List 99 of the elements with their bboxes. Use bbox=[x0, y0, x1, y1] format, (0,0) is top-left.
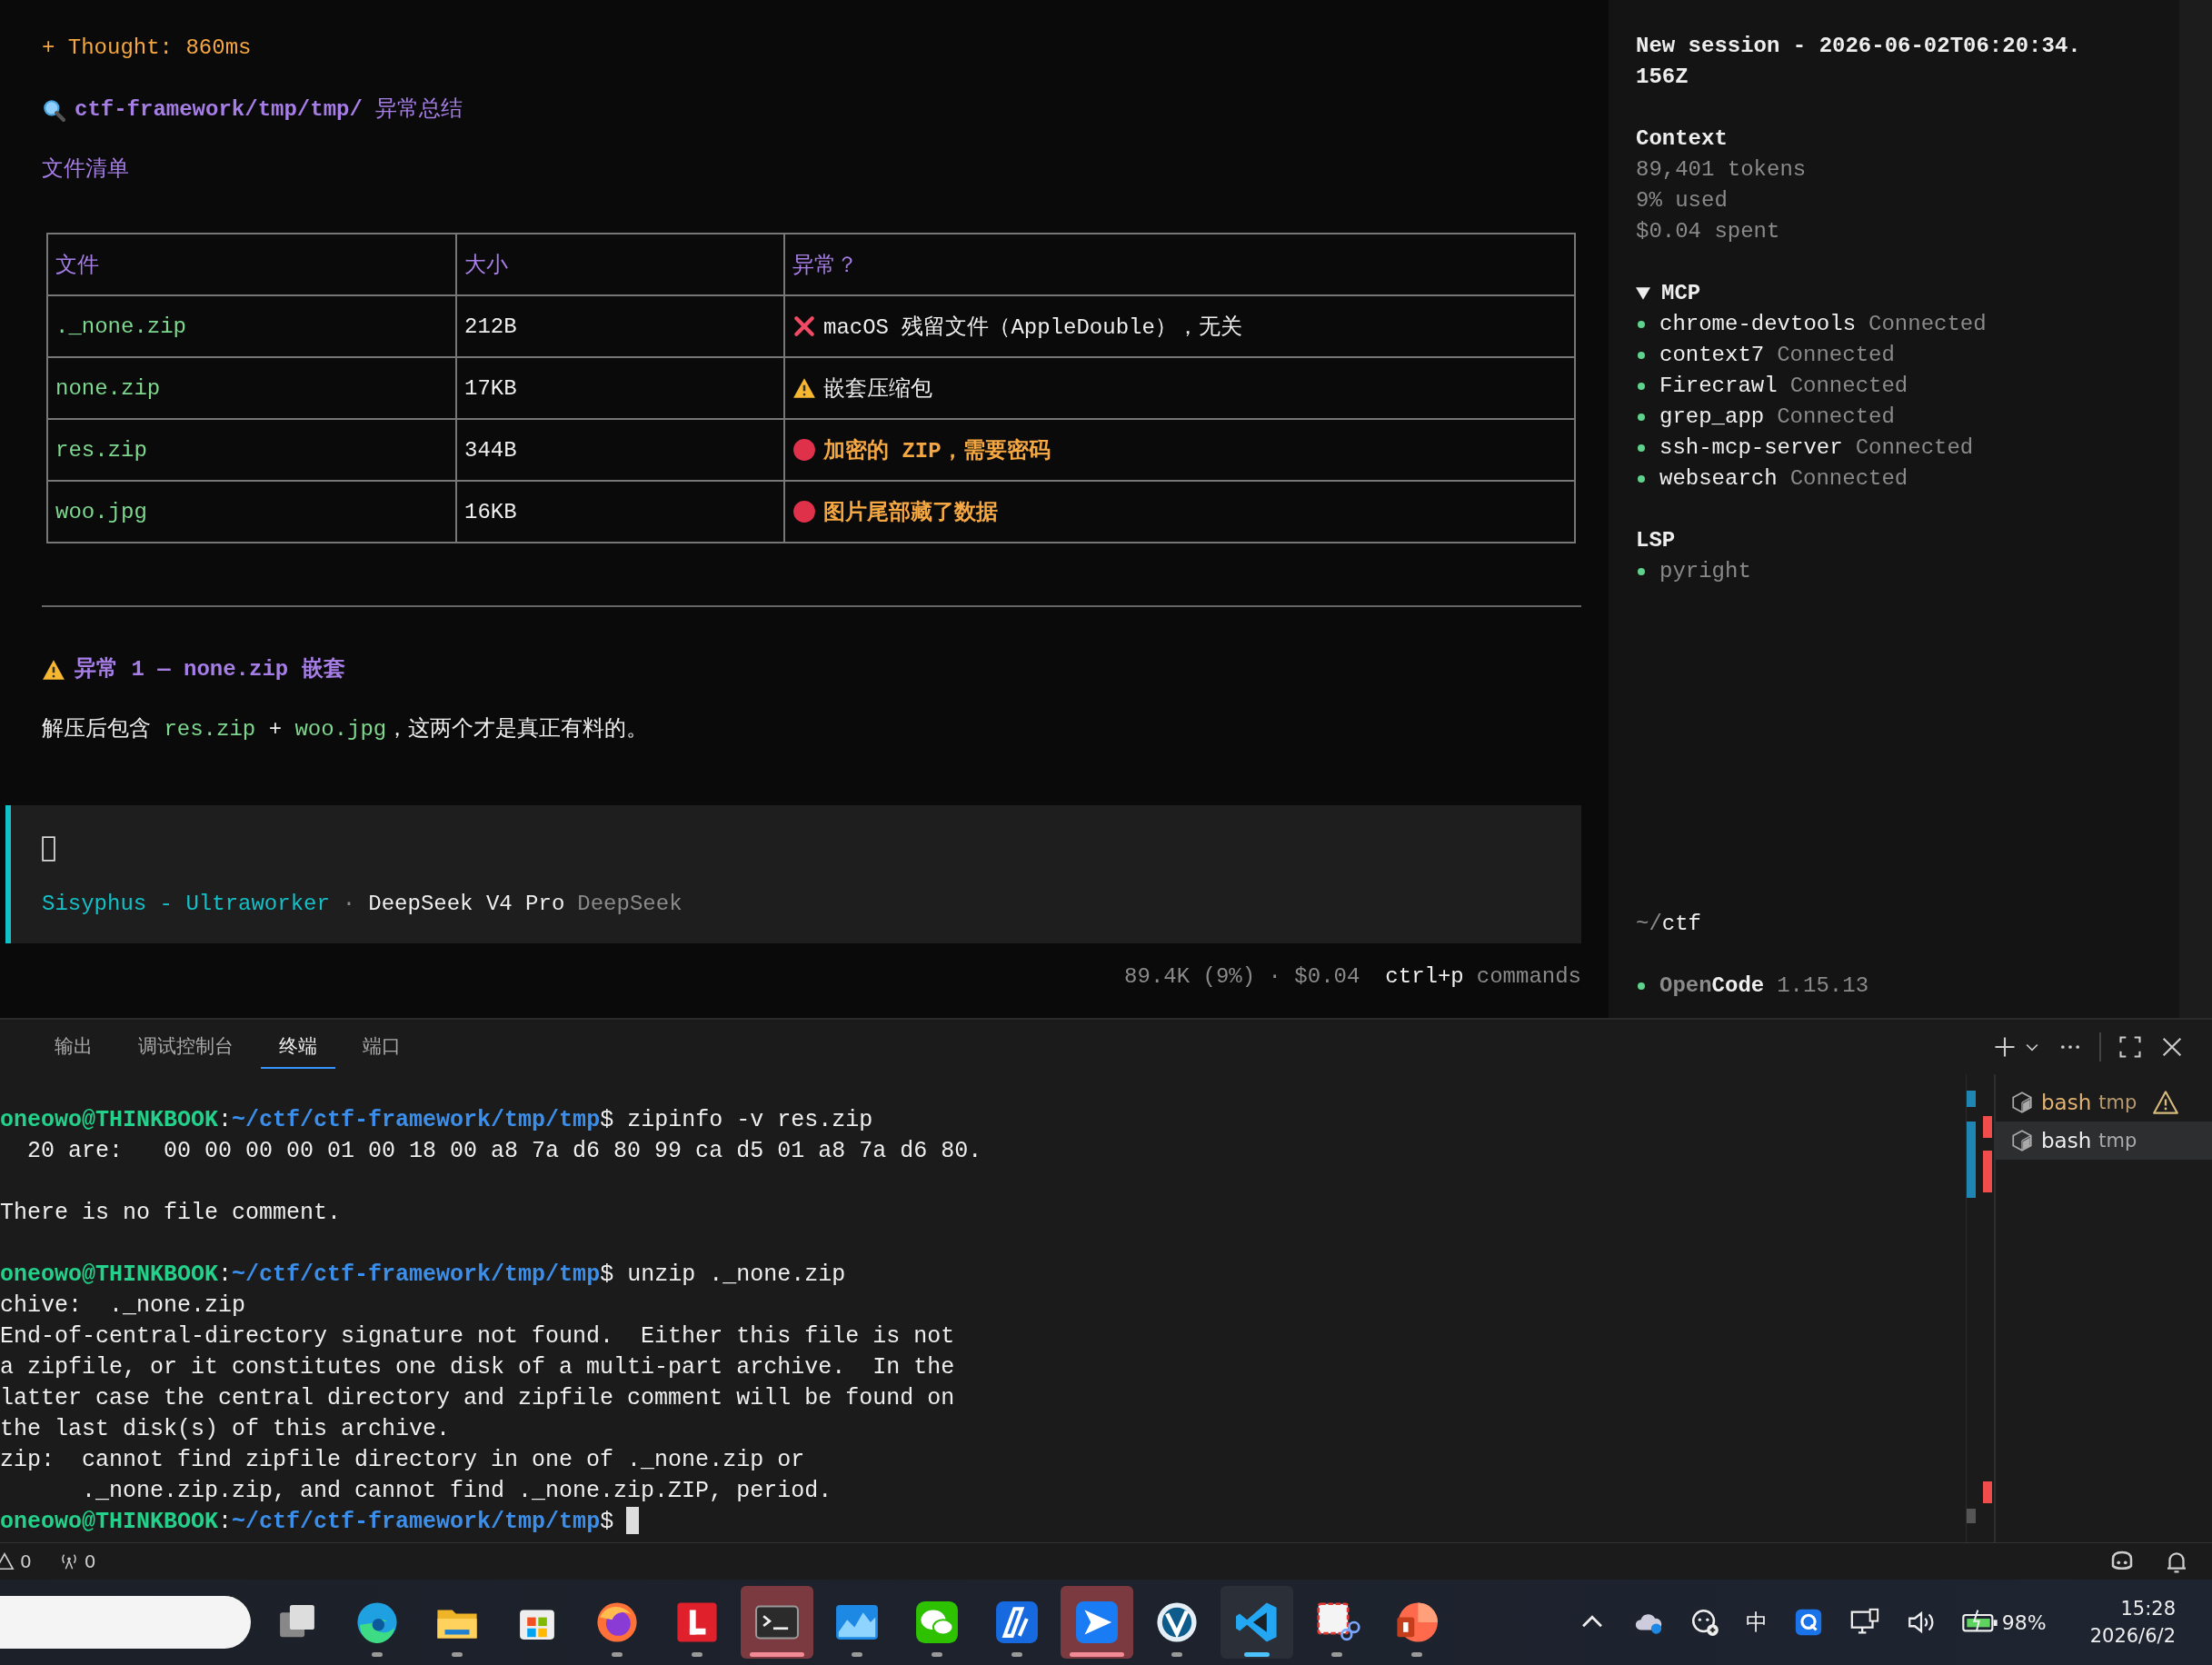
warning-icon bbox=[2153, 1090, 2179, 1115]
terminal-line: 20 are: 00 00 00 00 01 00 18 00 a8 7a d6 80 99 ca d5 01 a8 7a d6 80. bbox=[26, 1137, 983, 1166]
server-name: grep_app bbox=[1659, 404, 1765, 431]
status-dot bbox=[1638, 352, 1645, 359]
server-status: Connected bbox=[1855, 434, 1974, 462]
warning-icon bbox=[42, 658, 65, 682]
status-text: 嵌套压缩包 bbox=[823, 376, 932, 403]
paragraph: 解压后包含 res.zip + woo.jpg，这两个才是真正有料的。 bbox=[42, 716, 650, 743]
separator-dot: · bbox=[342, 891, 356, 918]
context-heading: Context bbox=[1636, 125, 1729, 153]
terminal-line: latter case the central directory and zipfile comment will be found on bbox=[0, 1384, 956, 1413]
table-cell: 344B bbox=[456, 419, 784, 481]
working-directory: ~/ctf bbox=[1636, 911, 1703, 938]
column-header: 大小 bbox=[456, 234, 784, 295]
column-header: 文件 bbox=[47, 234, 456, 295]
status-dot bbox=[1638, 321, 1645, 328]
status-text: 图片尾部藏了数据 bbox=[823, 499, 998, 526]
server-status: Connected bbox=[1777, 404, 1895, 431]
warnings-status[interactable]: 0 bbox=[0, 1550, 32, 1572]
usage-label: 89.4K (9%) · $0.04 bbox=[1124, 963, 1360, 991]
provider-label: DeepSeek bbox=[577, 891, 683, 918]
expand-triangle-icon[interactable] bbox=[1636, 286, 1650, 301]
terminal-icon bbox=[2010, 1091, 2034, 1114]
table-cell: 212B bbox=[456, 295, 784, 357]
shortcut-label: commands bbox=[1476, 963, 1581, 991]
server-status: Connected bbox=[1777, 342, 1895, 369]
prompt-input[interactable]: Sisyphus - Ultraworker · DeepSeek V4 Pro DeepSeek bbox=[5, 805, 1581, 943]
alert-icon bbox=[792, 438, 816, 462]
status-dot bbox=[1638, 383, 1645, 390]
server-status: Connected bbox=[1789, 373, 1908, 400]
status-dot bbox=[1638, 568, 1645, 575]
session-title: New session - 2026-06-02T06:20:34.156Z bbox=[1636, 33, 2082, 91]
model-label: DeepSeek V4 Pro bbox=[368, 891, 565, 918]
context-line: 89,401 tokens bbox=[1636, 156, 1808, 184]
summary-heading: ctf-framework/tmp/tmp/ 异常总结 bbox=[75, 96, 463, 124]
taskbar-app-button[interactable] bbox=[741, 1586, 813, 1659]
app-version: 1.15.13 bbox=[1777, 972, 1869, 1000]
lsp-heading: LSP bbox=[1636, 527, 1677, 554]
table-cell: none.zip bbox=[47, 357, 456, 419]
server-name: websearch bbox=[1659, 465, 1778, 493]
warning-icon bbox=[792, 376, 816, 400]
app-name: OpenCode bbox=[1659, 972, 1765, 1000]
taskbar-app-button[interactable] bbox=[1221, 1586, 1293, 1659]
panel-tab[interactable]: 终端 bbox=[261, 1025, 335, 1069]
server-name: chrome-devtools bbox=[1659, 311, 1857, 338]
server-status: Connected bbox=[1868, 311, 1987, 338]
terminal-tab[interactable]: bash tmp bbox=[1996, 1083, 2212, 1122]
server-name: context7 bbox=[1659, 342, 1765, 369]
mcp-heading: MCP bbox=[1661, 280, 1701, 307]
cursor-icon bbox=[42, 836, 55, 862]
maximize-icon[interactable] bbox=[2117, 1034, 2143, 1060]
terminal-line: chive: ._none.zip bbox=[0, 1291, 247, 1321]
terminal-line: End-of-central-directory signature not found. Either this file is not bbox=[0, 1322, 956, 1351]
terminal-line: oneowo@THINKBOOK:~/ctf/ctf-framework/tmp/tmp$ bbox=[0, 1507, 1966, 1538]
terminal-line: zip: cannot find zipfile directory in one of ._none.zip or bbox=[0, 1446, 806, 1475]
table-cell: res.zip bbox=[47, 419, 456, 481]
shortcut-key: ctrl+p bbox=[1385, 962, 1464, 992]
cross-icon bbox=[792, 314, 816, 338]
table-cell: ._none.zip bbox=[47, 295, 456, 357]
battery-indicator[interactable]: 98% bbox=[1961, 1610, 2047, 1635]
input-method-indicator[interactable]: 中 bbox=[1745, 1608, 1768, 1637]
section-heading: 异常 1 — none.zip 嵌套 bbox=[75, 655, 345, 683]
status-dot bbox=[1638, 982, 1645, 990]
terminal-line: a zipfile, or it constitutes one disk of a multi-part archive. In the bbox=[0, 1353, 956, 1382]
terminal-line: ._none.zip.zip, and cannot find ._none.zip.ZIP, period. bbox=[81, 1477, 833, 1506]
terminal-line: the last disk(s) of this archive. bbox=[0, 1415, 452, 1444]
server-name: ssh-mcp-server bbox=[1659, 434, 1843, 462]
alert-icon bbox=[792, 500, 816, 523]
panel-tab[interactable]: 端口 bbox=[344, 1025, 419, 1069]
terminal-line: oneowo@THINKBOOK:~/ctf/ctf-framework/tmp/tmp$ zipinfo -v res.zip bbox=[0, 1106, 874, 1135]
terminal-tab[interactable]: bash tmp bbox=[1996, 1122, 2212, 1160]
server-status: Connected bbox=[1789, 465, 1908, 493]
status-text: 加密的 ZIP，需要密码 bbox=[823, 437, 1051, 464]
status-dot bbox=[1638, 444, 1645, 452]
panel-tab[interactable]: 输出 bbox=[36, 1025, 111, 1069]
terminal-icon bbox=[2010, 1129, 2034, 1152]
status-dot bbox=[1638, 475, 1645, 483]
context-line: 9% used bbox=[1636, 187, 1729, 214]
table-cell: woo.jpg bbox=[47, 481, 456, 543]
server-name: Firecrawl bbox=[1659, 373, 1778, 400]
clock[interactable]: 15:28 2026/6/2 bbox=[2089, 1595, 2176, 1650]
column-header: 异常？ bbox=[784, 234, 1575, 295]
ports-status[interactable]: 0 bbox=[58, 1550, 96, 1572]
search-icon bbox=[42, 98, 65, 122]
table-cell: 16KB bbox=[456, 481, 784, 543]
subheading: 文件清单 bbox=[42, 156, 130, 184]
agent-label: Sisyphus - Ultraworker bbox=[42, 891, 330, 918]
search-field[interactable] bbox=[0, 1596, 251, 1649]
context-line: $0.04 spent bbox=[1636, 218, 1781, 245]
taskbar-app-button[interactable] bbox=[1061, 1586, 1133, 1659]
warning-icon bbox=[0, 1551, 15, 1571]
panel-tab[interactable]: 调试控制台 bbox=[120, 1025, 252, 1069]
status-dot bbox=[1638, 414, 1645, 421]
table-cell: 17KB bbox=[456, 357, 784, 419]
lsp-server: pyright bbox=[1659, 558, 1751, 585]
thought-label: + Thought: 860ms bbox=[42, 35, 253, 62]
status-text: macOS 残留文件（AppleDouble），无关 bbox=[823, 314, 1242, 341]
terminal-line: There is no file comment. bbox=[0, 1199, 343, 1228]
terminal-line: oneowo@THINKBOOK:~/ctf/ctf-framework/tmp/tmp$ unzip ._none.zip bbox=[0, 1261, 847, 1290]
